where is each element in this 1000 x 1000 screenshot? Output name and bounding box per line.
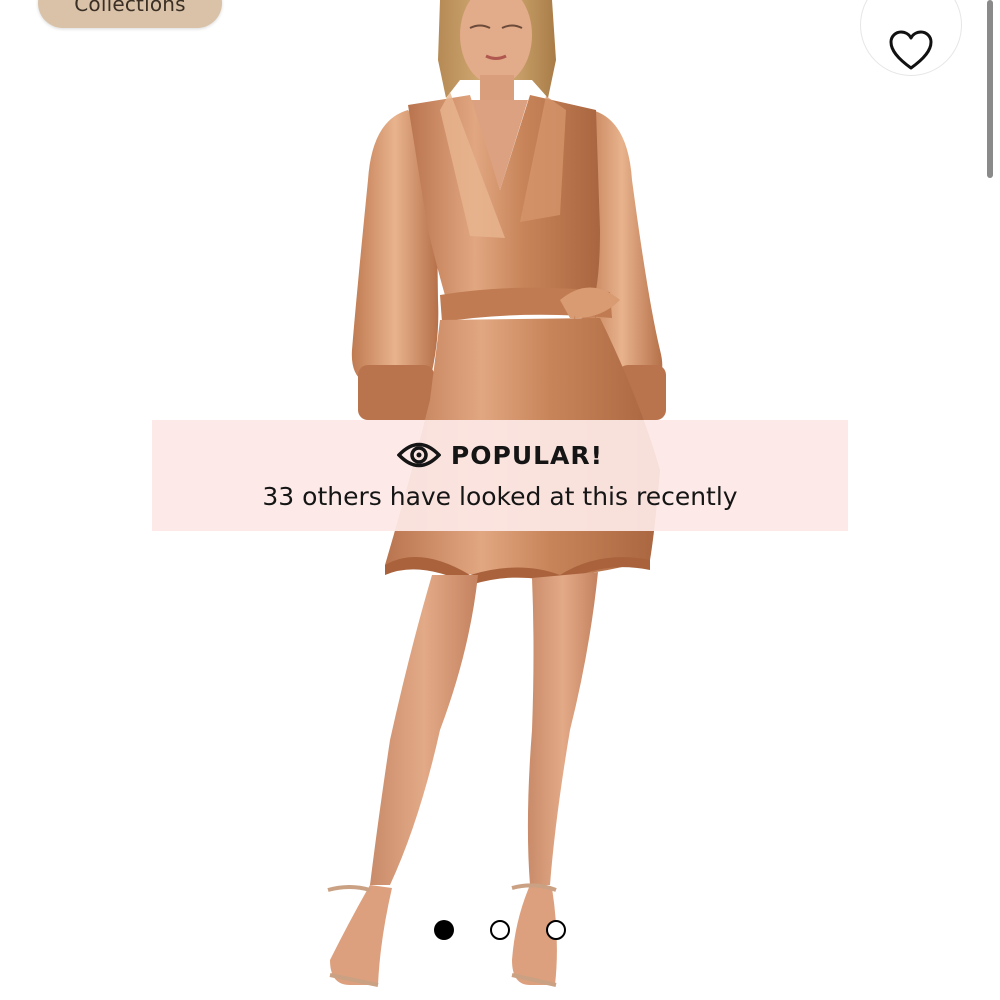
carousel-dot-3[interactable] xyxy=(546,920,566,940)
collections-label: Collections xyxy=(74,0,186,16)
eye-icon xyxy=(396,442,441,468)
popular-subtitle: 33 others have looked at this recently xyxy=(262,482,738,511)
scrollbar[interactable] xyxy=(987,0,993,178)
popular-banner: POPULAR! 33 others have looked at this r… xyxy=(152,420,848,531)
collections-button[interactable]: Collections xyxy=(38,0,222,28)
carousel-indicator xyxy=(430,918,570,942)
carousel-dot-1[interactable] xyxy=(434,920,454,940)
heart-outline-icon xyxy=(889,30,933,70)
carousel-dot-2[interactable] xyxy=(490,920,510,940)
popular-title: POPULAR! xyxy=(450,440,604,470)
popular-heading: POPULAR! xyxy=(396,440,604,470)
